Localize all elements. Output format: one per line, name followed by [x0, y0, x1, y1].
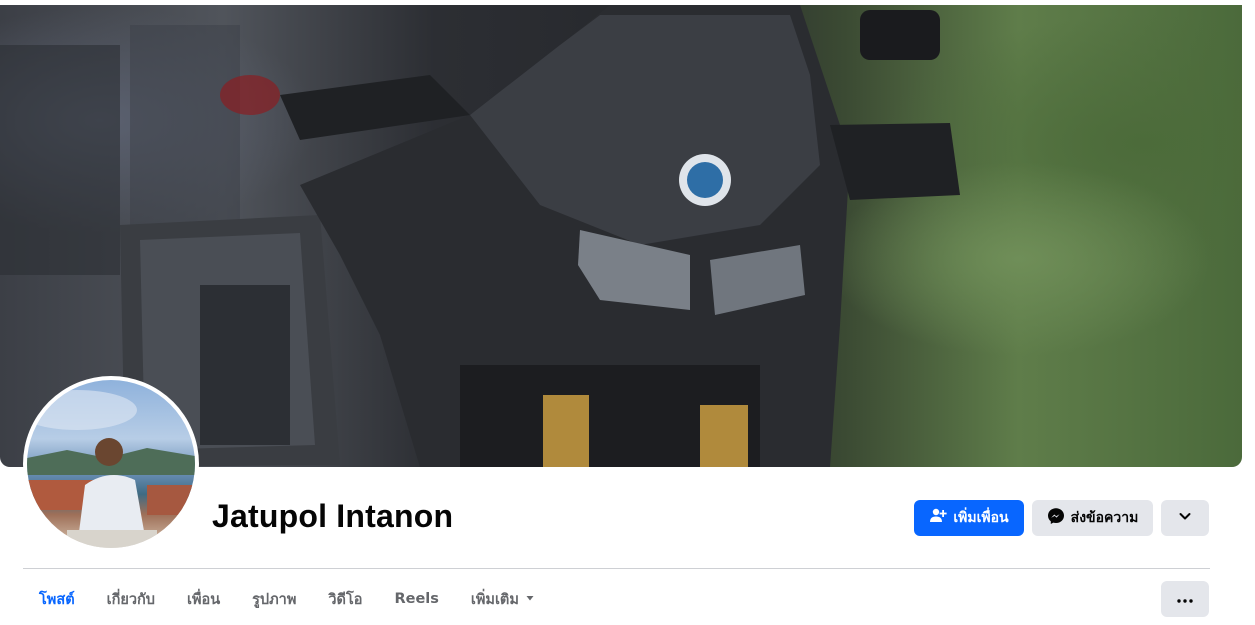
caret-down-icon [525, 591, 535, 607]
message-label: ส่งข้อความ [1070, 510, 1139, 526]
tabs-overflow-button[interactable] [1161, 581, 1209, 617]
tab-photos-label: รูปภาพ [252, 591, 297, 608]
profile-avatar[interactable] [27, 380, 195, 548]
tab-reels-label: Reels [394, 591, 439, 607]
profile-actions-dropdown-button[interactable] [1161, 500, 1209, 536]
tab-about-label: เกี่ยวกับ [106, 591, 155, 608]
tab-about[interactable]: เกี่ยวกับ [91, 581, 171, 617]
profile-tabs: โพสต์ เกี่ยวกับ เพื่อน รูปภาพ วิดีโอ Ree… [23, 581, 551, 617]
tab-posts[interactable]: โพสต์ [23, 581, 91, 617]
tab-friends-label: เพื่อน [186, 591, 221, 608]
profile-name: Jatupol Intanon [212, 498, 454, 534]
avatar-photo [27, 390, 195, 548]
tab-videos-label: วิดีโอ [328, 591, 363, 608]
add-friend-label: เพิ่มเพื่อน [953, 510, 1009, 526]
person-plus-icon [929, 507, 947, 529]
tab-posts-label: โพสต์ [39, 591, 75, 608]
cover-photo[interactable] [0, 5, 1242, 467]
tab-photos[interactable]: รูปภาพ [236, 581, 312, 617]
tab-friends[interactable]: เพื่อน [171, 581, 236, 617]
add-friend-button[interactable]: เพิ่มเพื่อน [914, 500, 1024, 536]
chevron-down-icon [1178, 509, 1192, 527]
tab-reels[interactable]: Reels [378, 581, 454, 617]
profile-divider [23, 568, 1210, 569]
tab-more[interactable]: เพิ่มเติม [455, 581, 551, 617]
message-button[interactable]: ส่งข้อความ [1032, 500, 1153, 536]
ellipsis-icon [1177, 590, 1193, 608]
messenger-icon [1047, 507, 1065, 529]
tab-more-label: เพิ่มเติม [470, 591, 519, 608]
cover-photo-image [0, 5, 960, 467]
tab-videos[interactable]: วิดีโอ [312, 581, 378, 617]
